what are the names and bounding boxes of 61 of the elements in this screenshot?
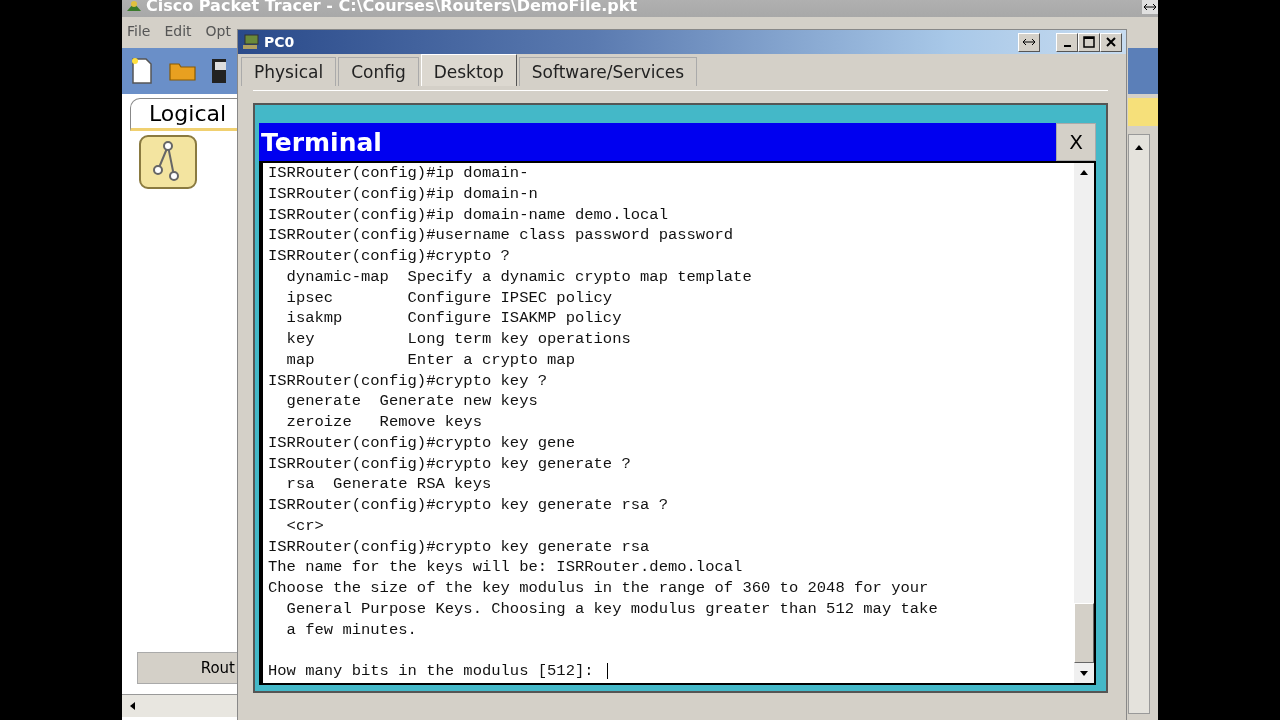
text-cursor (606, 663, 608, 680)
up-arrow-icon[interactable] (1134, 143, 1144, 153)
terminal-line: ISRRouter(config)#ip domain-n (268, 183, 538, 205)
terminal-line: ISRRouter(config)#ip domain-name demo.local (268, 204, 668, 226)
scroll-thumb[interactable] (1074, 603, 1094, 663)
terminal-line: ipsec Configure IPSEC policy (285, 287, 613, 309)
terminal-line: Choose the size of the key modulus in the range of 360 to 2048 for your (268, 578, 929, 599)
workspace-tab[interactable]: Logical (130, 98, 240, 131)
close-button[interactable] (1100, 32, 1122, 52)
scrollbar[interactable] (1074, 163, 1094, 683)
terminal-line: a few minutes. (285, 619, 417, 641)
tab[interactable]: Physical (241, 57, 337, 86)
double-arrow-icon (1143, 2, 1157, 12)
window-title: PC0 (264, 34, 295, 50)
terminal-line: rsa Generate RSA keys (285, 474, 492, 495)
terminal-line: ISRRouter(config)#crypto key generate rsa ? (268, 495, 668, 516)
terminal-line: key Long term key operations (285, 329, 631, 350)
terminal-line: generate Generate new keys (285, 391, 538, 412)
terminal-line: dynamic-map Specify a dynamic crypto map template (285, 266, 752, 288)
menu-item[interactable]: Edit (164, 23, 192, 39)
scrollbar[interactable] (122, 694, 240, 717)
device-button[interactable]: Rout (137, 652, 240, 684)
terminal-line: The name for the keys will be: ISRRouter.demo.local (268, 557, 743, 578)
menu-item[interactable]: File (127, 23, 151, 39)
terminal-line: General Purpose Keys. Choosing a key modulus greater than 512 may take (285, 598, 938, 620)
palette-bar (1128, 98, 1158, 126)
close-icon (1105, 36, 1117, 48)
terminal-line: ISRRouter(config)#crypto key generate rsa (268, 536, 650, 558)
network-icon[interactable] (138, 134, 198, 190)
save-icon[interactable] (212, 58, 226, 84)
terminal-line: How many bits in the modulus [512]: (268, 661, 595, 682)
minimize-icon (1063, 44, 1071, 47)
close-button[interactable]: X (1056, 123, 1096, 161)
scrollbar[interactable] (1128, 134, 1150, 714)
terminal-line: ISRRouter(config)#crypto key ? (268, 370, 548, 392)
toolbar (1128, 48, 1158, 94)
terminal-line: isakmp Configure ISAKMP policy (285, 308, 622, 329)
resize-button[interactable] (1142, 0, 1158, 14)
menu-item[interactable]: Opt (205, 23, 231, 39)
maximize-icon (1083, 36, 1095, 48)
new-file-icon[interactable] (130, 57, 154, 85)
tab[interactable]: Config (338, 57, 419, 86)
down-arrow-icon[interactable] (1079, 668, 1089, 678)
terminal-line: ISRRouter(config)#ip domain- (268, 163, 529, 184)
terminal-line: <cr> (285, 515, 324, 537)
double-arrow-icon (1022, 37, 1036, 47)
computer-icon (242, 34, 260, 50)
undock-button[interactable] (1018, 32, 1040, 52)
terminal-line: ISRRouter(config)#crypto ? (268, 246, 510, 267)
minimize-button[interactable] (1056, 32, 1078, 52)
window-title: Terminal (261, 127, 382, 157)
terminal-line: zeroize Remove keys (285, 412, 482, 433)
tab[interactable]: Desktop (420, 54, 517, 86)
terminal-line: ISRRouter(config)#crypto key gene (268, 432, 575, 454)
terminal-line: ISRRouter(config)#crypto key generate ? (268, 453, 631, 475)
terminal-line: ISRRouter(config)#username class password password (268, 225, 734, 246)
up-arrow-icon[interactable] (1079, 168, 1089, 178)
left-arrow-icon[interactable] (128, 701, 138, 711)
terminal-line: map Enter a crypto map (285, 349, 575, 371)
tab[interactable]: Software/Services (518, 57, 698, 86)
maximize-button[interactable] (1078, 32, 1100, 52)
